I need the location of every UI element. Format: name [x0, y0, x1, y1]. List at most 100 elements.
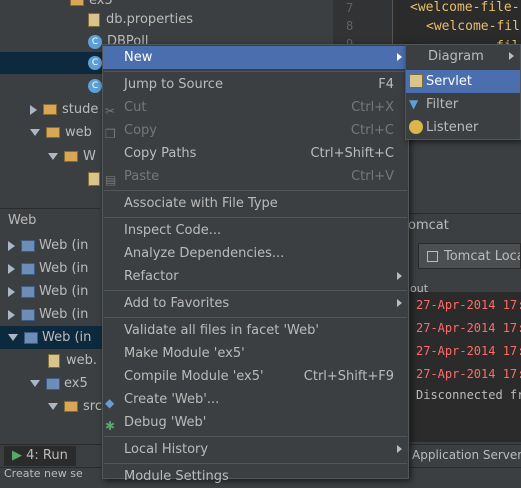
menu-item-copy-paths[interactable]: Copy Paths Ctrl+Shift+C [103, 142, 408, 165]
new-submenu[interactable]: Diagram Servlet ▼ Filter Listener [405, 44, 521, 140]
class-icon: C [88, 55, 102, 70]
log-line: 27-Apr-2014 17: [416, 344, 521, 358]
module-row[interactable]: ex5 [0, 372, 110, 395]
properties-file-icon [88, 12, 100, 27]
menu-item-make-module[interactable]: Make Module 'ex5' [103, 342, 408, 365]
folder-icon [70, 0, 84, 6]
menu-item-add-to-favorites[interactable]: Add to Favorites [103, 292, 408, 315]
menu-item-cut[interactable]: ✂ Cut Ctrl+X [103, 96, 408, 119]
log-line: 27-Apr-2014 17: [416, 321, 521, 335]
log-line: 27-Apr-2014 17: [416, 298, 521, 312]
expand-arrow-icon[interactable] [8, 263, 15, 274]
web-facet-icon [21, 239, 35, 252]
web-facet-icon [24, 331, 38, 344]
submenu-item-listener[interactable]: Listener [406, 116, 520, 139]
web-facet-row[interactable]: Web (in [0, 303, 110, 326]
xml-file-icon [48, 353, 60, 368]
code-line[interactable]: <welcome-file- [410, 0, 520, 15]
line-number: 8 [346, 19, 354, 33]
tree-item-label: web [65, 125, 92, 140]
jsp-file-icon [88, 171, 100, 186]
menu-item-debug-web[interactable]: ✱ Debug 'Web' [103, 411, 408, 434]
debug-bug-icon: ✱ [105, 419, 116, 433]
expand-arrow-icon[interactable] [8, 240, 15, 251]
collapse-arrow-icon[interactable] [30, 380, 40, 387]
menu-item-create-web[interactable]: ◆ Create 'Web'... [103, 388, 408, 411]
menu-item-module-settings[interactable]: Module Settings [103, 465, 408, 488]
collapse-arrow-icon[interactable] [48, 153, 58, 160]
web-panel-title: Web [0, 208, 100, 232]
tree-item-folder[interactable]: stude [30, 99, 98, 121]
expand-arrow-icon[interactable] [8, 309, 15, 320]
menu-separator [104, 436, 407, 437]
web-facet-icon [21, 285, 35, 298]
submenu-arrow-icon [397, 445, 402, 453]
menu-item-inspect-code[interactable]: Inspect Code... [103, 219, 408, 242]
run-icon: ▶ [12, 448, 22, 463]
folder-icon [64, 401, 78, 412]
menu-item-analyze-dependencies[interactable]: Analyze Dependencies... [103, 242, 408, 265]
web-facet-row[interactable]: Web (in [0, 257, 110, 280]
submenu-arrow-icon [397, 53, 402, 61]
tree-item-folder[interactable]: W [48, 146, 96, 168]
menu-separator [104, 290, 407, 291]
web-facet-row-selected[interactable]: Web (in [0, 326, 110, 349]
tomcat-tab[interactable]: Tomcat Loca [418, 243, 521, 269]
submenu-arrow-icon [509, 52, 514, 60]
collapse-arrow-icon[interactable] [48, 403, 58, 410]
collapse-arrow-icon[interactable] [30, 129, 40, 136]
submenu-item-servlet[interactable]: Servlet [406, 70, 520, 93]
menu-item-local-history[interactable]: Local History [103, 438, 408, 461]
menu-item-new[interactable]: New [103, 46, 408, 69]
class-icon: C [88, 78, 102, 93]
code-line[interactable]: <welcome-fil [426, 19, 520, 34]
menu-item-validate-files[interactable]: Validate all files in facet 'Web' [103, 319, 408, 342]
expand-arrow-icon[interactable] [8, 286, 15, 297]
menu-item-paste[interactable]: ▤ Paste Ctrl+V [103, 165, 408, 188]
tree-item-label: stude [62, 102, 99, 117]
context-menu[interactable]: New Jump to Source F4 ✂ Cut Ctrl+X ❐ Copy C… [102, 44, 409, 484]
class-icon: C [88, 34, 102, 49]
menu-separator [104, 463, 407, 464]
line-number: 7 [346, 1, 354, 15]
module-icon [46, 377, 60, 390]
tree-item-folder[interactable]: web [30, 122, 92, 144]
tree-item-label: W [83, 149, 96, 164]
tree-item-db-properties[interactable]: db.properties [88, 9, 193, 31]
application-servers-tab[interactable]: Application Servers [412, 448, 521, 462]
log-line: 27-Apr-2014 17: [416, 367, 521, 381]
menu-item-jump-to-source[interactable]: Jump to Source F4 [103, 73, 408, 96]
submenu-arrow-icon [397, 272, 402, 280]
tree-item-label: db.properties [106, 12, 193, 27]
web-facet-row[interactable]: Web (in [0, 234, 110, 257]
web-facet-icon [21, 262, 35, 275]
copy-icon: ❐ [105, 127, 116, 141]
menu-separator [104, 217, 407, 218]
tree-item-label: ex5 [89, 0, 113, 8]
run-config-icon: ◆ [105, 396, 115, 410]
expand-arrow-icon[interactable] [30, 104, 37, 115]
web-xml-row[interactable]: web. [0, 349, 110, 372]
web-facet-icon [21, 308, 35, 321]
submenu-item-filter[interactable]: ▼ Filter [406, 93, 520, 116]
scissors-icon: ✂ [105, 104, 116, 118]
web-facet-row[interactable]: Web (in [0, 280, 110, 303]
submenu-item-diagram[interactable]: Diagram [406, 45, 520, 68]
status-text: Create new se [4, 467, 83, 480]
run-tool-tab[interactable]: ▶ 4: Run [4, 446, 76, 466]
menu-separator [104, 190, 407, 191]
src-row[interactable]: src [0, 395, 110, 418]
menu-item-compile-module[interactable]: Compile Module 'ex5' Ctrl+Shift+F9 [103, 365, 408, 388]
menu-separator [104, 317, 407, 318]
listener-icon [409, 120, 423, 134]
submenu-arrow-icon [397, 299, 402, 307]
server-icon [427, 251, 438, 262]
menu-item-refactor[interactable]: Refactor [103, 265, 408, 288]
filter-icon: ▼ [409, 97, 419, 111]
menu-item-associate-file-type[interactable]: Associate with File Type [103, 192, 408, 215]
run-panel-header: omcat [400, 213, 521, 237]
collapse-arrow-icon[interactable] [8, 334, 18, 341]
folder-icon [64, 151, 78, 162]
menu-item-copy[interactable]: ❐ Copy Ctrl+C [103, 119, 408, 142]
folder-icon [43, 104, 57, 115]
